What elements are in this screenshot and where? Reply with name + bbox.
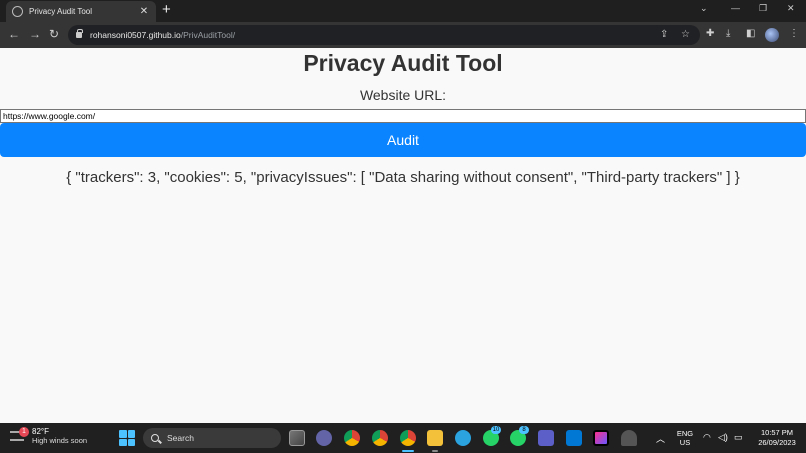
clock-date: 26/09/2023 bbox=[758, 438, 796, 447]
intellij-icon[interactable] bbox=[593, 430, 609, 446]
whatsapp-notification-badge: 10 bbox=[491, 426, 501, 434]
download-icon[interactable]: ⤓ bbox=[726, 29, 730, 39]
website-url-input[interactable] bbox=[0, 109, 806, 123]
audit-button[interactable]: Audit bbox=[0, 123, 806, 157]
chrome-active-icon[interactable] bbox=[400, 430, 416, 446]
forward-icon[interactable]: → bbox=[29, 28, 41, 40]
weather-condition: High winds soon bbox=[32, 436, 88, 445]
extensions-icon[interactable]: ✚ bbox=[706, 29, 714, 39]
browser-tab-strip: Privacy Audit Tool ✕ + ⌄ — ❐ ✕ bbox=[0, 0, 806, 22]
windows-start-icon[interactable] bbox=[119, 430, 135, 446]
running-app-indicator bbox=[432, 450, 438, 452]
reload-icon[interactable]: ↻ bbox=[49, 28, 59, 40]
menu-kebab-icon[interactable]: ⋮ bbox=[789, 29, 799, 39]
lock-icon[interactable] bbox=[76, 29, 83, 38]
close-tab-icon[interactable]: ✕ bbox=[138, 6, 150, 17]
url-path: /PrivAuditTool/ bbox=[180, 30, 236, 40]
chevron-up-icon[interactable]: ︿ bbox=[656, 432, 665, 445]
page-content: Privacy Audit Tool Website URL: Audit { … bbox=[0, 48, 806, 423]
whatsapp-notification-badge: 8 bbox=[519, 426, 529, 434]
vscode-icon[interactable] bbox=[566, 430, 582, 446]
teams-chat-icon[interactable] bbox=[316, 430, 332, 446]
search-icon bbox=[151, 434, 159, 442]
browser-toolbar: ← → ↻ rohansoni0507.github.io/PrivAuditT… bbox=[0, 22, 806, 48]
clock-time: 10:57 PM bbox=[760, 428, 794, 437]
minimize-icon[interactable]: — bbox=[731, 3, 740, 13]
address-bar[interactable]: rohansoni0507.github.io/PrivAuditTool/ ⇪… bbox=[68, 25, 700, 45]
language-region: US bbox=[679, 438, 691, 447]
wifi-icon[interactable]: ◠ bbox=[703, 432, 711, 443]
system-clock[interactable]: 10:57 PM 26/09/2023 bbox=[748, 428, 806, 448]
telegram-icon[interactable] bbox=[455, 430, 471, 446]
url-label: Website URL: bbox=[359, 87, 447, 103]
chrome-icon[interactable] bbox=[344, 430, 360, 446]
profile-avatar[interactable] bbox=[765, 28, 779, 42]
page-title: Privacy Audit Tool bbox=[303, 50, 503, 76]
weather-temperature: 82°F bbox=[32, 427, 49, 436]
bookmark-star-icon[interactable]: ☆ bbox=[681, 29, 690, 40]
browser-tab[interactable]: Privacy Audit Tool ✕ bbox=[6, 1, 156, 22]
file-explorer-icon[interactable] bbox=[427, 430, 443, 446]
weather-alert-badge: 1 bbox=[19, 427, 29, 437]
side-panel-icon[interactable]: ◧ bbox=[746, 29, 755, 39]
window-close-icon[interactable]: ✕ bbox=[787, 3, 795, 14]
url-host: rohansoni0507.github.io bbox=[90, 30, 181, 40]
search-placeholder: Search bbox=[167, 433, 194, 443]
weather-widget[interactable]: 1 82°F High winds soon bbox=[10, 427, 87, 445]
audit-result: { "trackers": 3, "cookies": 5, "privacyI… bbox=[66, 169, 740, 186]
battery-icon[interactable]: ▭ bbox=[734, 432, 743, 443]
task-view-icon[interactable] bbox=[289, 430, 305, 446]
restore-icon[interactable]: ❐ bbox=[759, 3, 767, 14]
taskbar: 1 82°F High winds soon Search 10 8 ︿ ENG… bbox=[0, 423, 806, 453]
new-tab-icon[interactable]: + bbox=[162, 2, 171, 18]
globe-icon bbox=[12, 6, 23, 17]
tab-title: Privacy Audit Tool bbox=[29, 7, 92, 16]
active-app-indicator bbox=[402, 450, 414, 452]
wind-icon: 1 bbox=[10, 427, 29, 441]
volume-icon[interactable]: ◁) bbox=[718, 432, 728, 443]
teams-icon[interactable] bbox=[538, 430, 554, 446]
taskbar-search[interactable]: Search bbox=[143, 428, 281, 448]
tab-search-icon[interactable]: ⌄ bbox=[700, 3, 708, 14]
app-icon[interactable] bbox=[621, 430, 637, 446]
language-indicator[interactable]: ENG US bbox=[676, 429, 694, 447]
language-code: ENG bbox=[676, 429, 694, 438]
share-icon[interactable]: ⇪ bbox=[660, 29, 668, 40]
chrome-icon[interactable] bbox=[372, 430, 388, 446]
back-icon[interactable]: ← bbox=[8, 28, 20, 40]
